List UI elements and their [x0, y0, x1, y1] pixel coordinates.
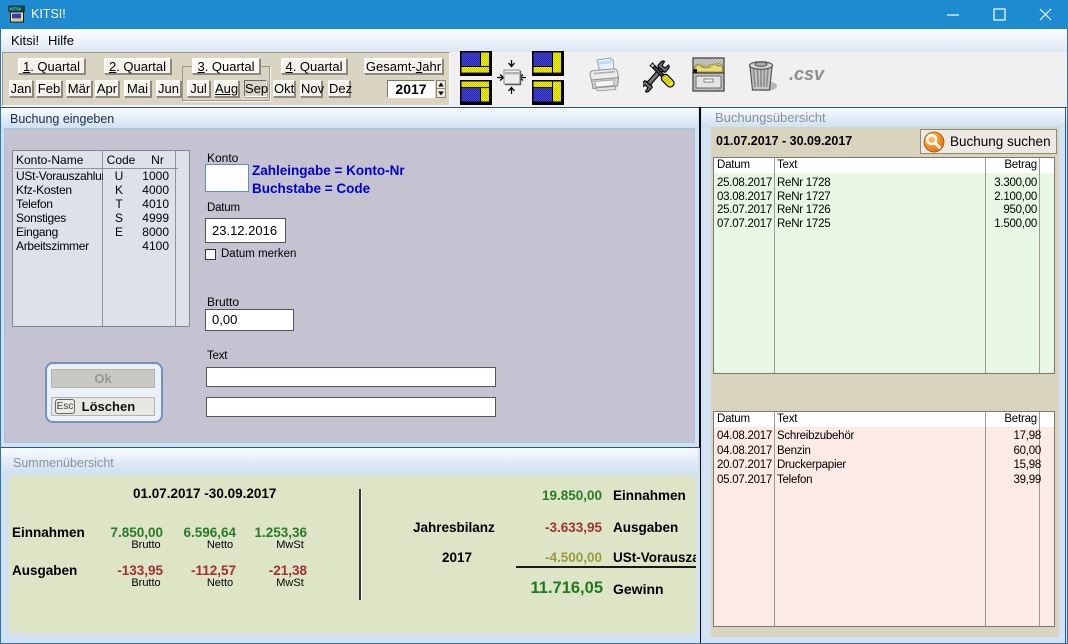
- svg-text:KITSI!: KITSI!: [10, 7, 22, 12]
